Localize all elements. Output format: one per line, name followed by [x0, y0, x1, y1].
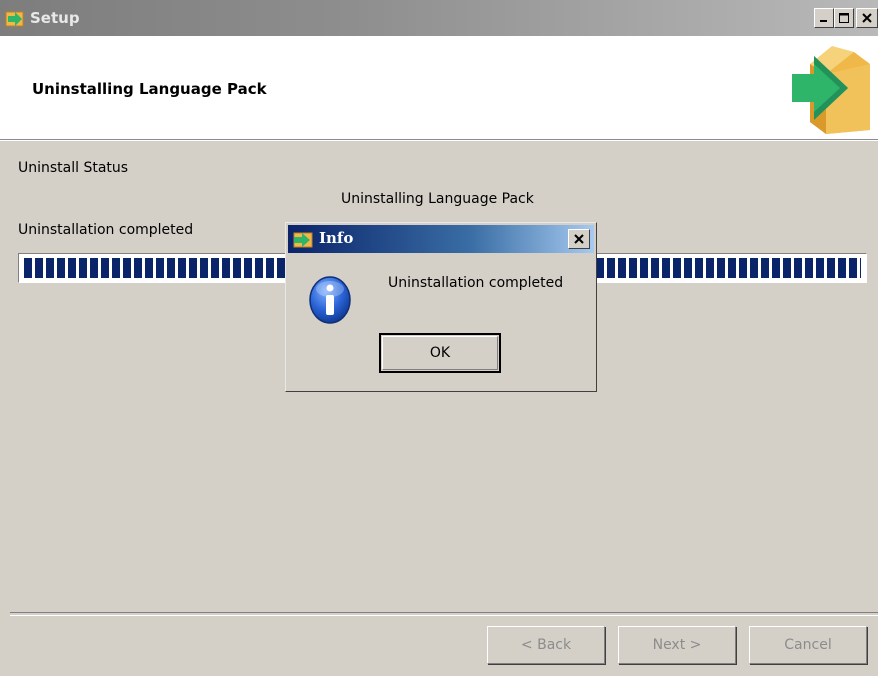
dialog-title: Info [319, 229, 354, 247]
info-dialog[interactable]: Info Uninstallation completed OK [285, 222, 597, 392]
wizard-header: Uninstalling Language Pack [0, 36, 878, 140]
ok-button-label: OK [429, 345, 451, 361]
close-icon [574, 234, 584, 244]
setup-box-arrow-icon [792, 46, 870, 134]
footer-divider [10, 612, 878, 616]
page-heading: Uninstalling Language Pack [32, 80, 267, 98]
dialog-message: Uninstallation completed [388, 275, 564, 291]
info-icon [309, 276, 351, 324]
minimize-button[interactable] [814, 8, 834, 28]
dialog-close-button[interactable] [568, 229, 590, 249]
setup-app-icon [5, 11, 24, 27]
close-icon [862, 13, 872, 23]
cancel-button-label: Cancel [784, 637, 832, 653]
status-caption: Uninstalling Language Pack [341, 191, 534, 207]
maximize-icon [839, 13, 849, 23]
close-button[interactable] [856, 8, 878, 28]
header-divider [0, 140, 878, 141]
back-button[interactable]: < Back [487, 626, 605, 664]
dialog-titlebar[interactable]: Info [288, 225, 594, 253]
window-title: Setup [30, 9, 80, 27]
minimize-icon [820, 20, 827, 22]
next-button-label: Next > [652, 637, 702, 653]
uninstall-status-label: Uninstall Status [18, 160, 129, 176]
next-button[interactable]: Next > [618, 626, 736, 664]
cancel-button[interactable]: Cancel [749, 626, 867, 664]
back-button-label: < Back [520, 637, 572, 653]
ok-button[interactable]: OK [379, 333, 501, 373]
window-titlebar[interactable]: Setup [0, 0, 878, 36]
setup-app-icon [293, 232, 313, 248]
status-detail: Uninstallation completed [18, 222, 194, 238]
maximize-button[interactable] [834, 8, 854, 28]
